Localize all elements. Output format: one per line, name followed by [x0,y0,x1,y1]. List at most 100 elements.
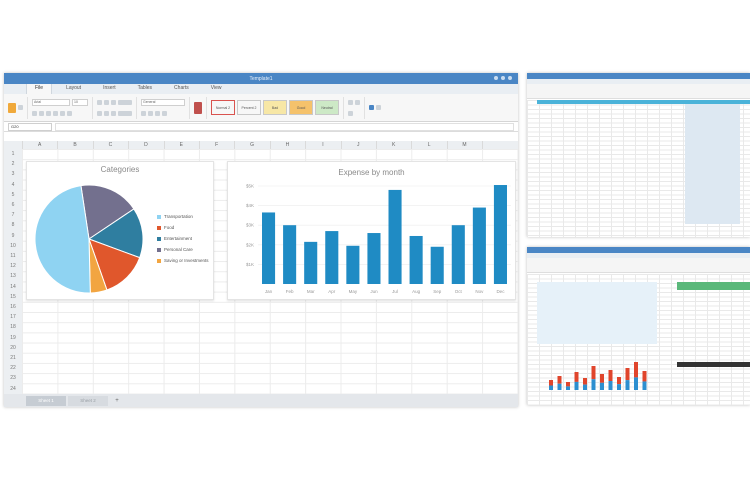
pie-chart-box[interactable]: Categories Transportation Food Entertainme… [26,161,214,300]
window-title: Template1 [249,75,273,82]
decimal-decrease-icon[interactable] [162,111,167,116]
align-bottom-icon[interactable] [111,99,116,105]
legend-swatch [157,225,161,230]
themes-icon[interactable] [369,105,374,110]
select-all-corner[interactable] [4,141,23,149]
theme-colors-icon[interactable] [376,105,381,110]
bar-jun [367,233,381,284]
percent-icon[interactable] [148,111,153,116]
conditional-formatting-icon[interactable] [194,101,202,114]
column-header-e[interactable]: E [164,141,200,149]
thumbnail-bar-red [591,366,596,380]
x-tick-label: Jul [392,289,398,294]
sheet-tab-2[interactable]: Sheet 2 [68,395,108,406]
tab-tables[interactable]: Tables [130,84,160,94]
menu-bar: File Layout Insert Tables Charts View [4,83,518,94]
formula-bar: G20 [4,122,518,132]
number-format-select[interactable]: General [141,99,185,106]
style-good[interactable]: Good [289,100,313,115]
bar-aug [409,235,423,284]
merge-button[interactable] [118,110,132,116]
font-size-select[interactable]: 10 [72,99,88,106]
formula-input[interactable] [55,122,514,131]
zoom-button[interactable] [501,76,505,80]
thumbnail-grid [527,100,750,237]
column-header-b[interactable]: B [57,141,94,149]
thumbnail-bar-chart [549,362,647,390]
font-name-select[interactable]: Arial [32,99,70,106]
italic-icon[interactable] [39,111,44,116]
font-color-icon[interactable] [67,111,72,116]
column-header-d[interactable]: D [128,141,165,149]
bar-oct [451,225,465,284]
fill-color-icon[interactable] [60,111,65,116]
pie-legend-item: Saving or Investments [157,258,209,263]
pie-legend-item: Personal Care [157,247,209,252]
column-header-l[interactable]: L [411,141,448,149]
spreadsheet-grid[interactable]: ABCDEFGHIJKLM 1 2 3 4 5 6 7 8 9 10 11 12 13 14 15 16 17 1… [4,141,518,395]
tab-charts[interactable]: Charts [166,84,197,94]
bar-jul [388,189,402,284]
underline-icon[interactable] [46,111,51,116]
x-tick-label: Feb [286,289,294,294]
alignment-group [97,96,137,119]
sheet-tab-1[interactable]: Sheet 1 [26,395,66,406]
thumbnail-highlight-columns [685,104,740,224]
ribbon-toolbar: Arial 10 General Normal 2 Percent 2 Bad … [4,94,518,122]
paste-icon[interactable] [8,102,16,113]
thumbnail-bar-blue [574,381,579,390]
tab-view[interactable]: View [203,84,230,94]
x-tick-label: Dec [496,289,505,294]
align-left-icon[interactable] [97,110,102,116]
bar-nov [472,207,486,284]
thumbnail-ribbon [527,84,750,99]
thumbnail-table-window [527,73,750,237]
thumbnail-bar-red [600,374,604,383]
cut-icon[interactable] [18,105,23,110]
column-header-a[interactable]: A [22,141,59,149]
column-header-c[interactable]: C [93,141,130,149]
thumbnail-bar-blue [634,377,638,390]
cell-reference-box[interactable]: G20 [8,122,52,131]
align-right-icon[interactable] [111,110,116,116]
currency-icon[interactable] [141,111,146,116]
align-middle-icon[interactable] [104,99,109,105]
wrap-text-button[interactable] [118,99,132,105]
cells-group [348,96,365,119]
decimal-increase-icon[interactable] [155,111,160,116]
bar-dec [493,185,507,284]
format-cells-icon[interactable] [348,110,353,116]
style-normal-2[interactable]: Normal 2 [211,100,235,115]
close-button[interactable] [508,76,512,80]
bar-chart-box[interactable]: Expense by month $1K $2K $3K $4K $5K Jan Feb Ma… [227,161,516,300]
align-top-icon[interactable] [97,99,102,105]
thumbnail-bar-blue [591,379,596,390]
column-header-m[interactable]: M [447,141,484,149]
tab-insert[interactable]: Insert [95,84,124,94]
style-percent-2[interactable]: Percent 2 [237,100,261,115]
tab-layout[interactable]: Layout [58,84,89,94]
thumbnail-bar-blue [642,381,647,390]
style-neutral[interactable]: Neutral [315,100,339,115]
column-header-f[interactable]: F [199,141,236,149]
thumbnail-bar-blue [566,386,570,390]
x-tick-label: May [349,289,358,294]
font-group: Arial 10 [32,96,93,119]
align-center-icon[interactable] [104,110,109,116]
minimize-button[interactable] [494,76,498,80]
bold-icon[interactable] [32,111,37,116]
style-bad[interactable]: Bad [263,100,287,115]
insert-cells-icon[interactable] [348,99,353,105]
tab-file[interactable]: File [26,83,53,94]
column-header-k[interactable]: K [376,141,413,149]
thumbnail-bar-blue [608,381,613,390]
borders-icon[interactable] [53,111,58,116]
delete-cells-icon[interactable] [355,99,360,105]
column-header-i[interactable]: I [305,141,342,149]
column-header-g[interactable]: G [234,141,271,149]
thumbnail-grid-2 [527,274,750,405]
add-sheet-button[interactable]: + [110,396,124,406]
column-header-h[interactable]: H [270,141,307,149]
pie-legend: Transportation Food Entertainment Personal … [157,214,209,269]
column-header-j[interactable]: J [341,141,377,149]
